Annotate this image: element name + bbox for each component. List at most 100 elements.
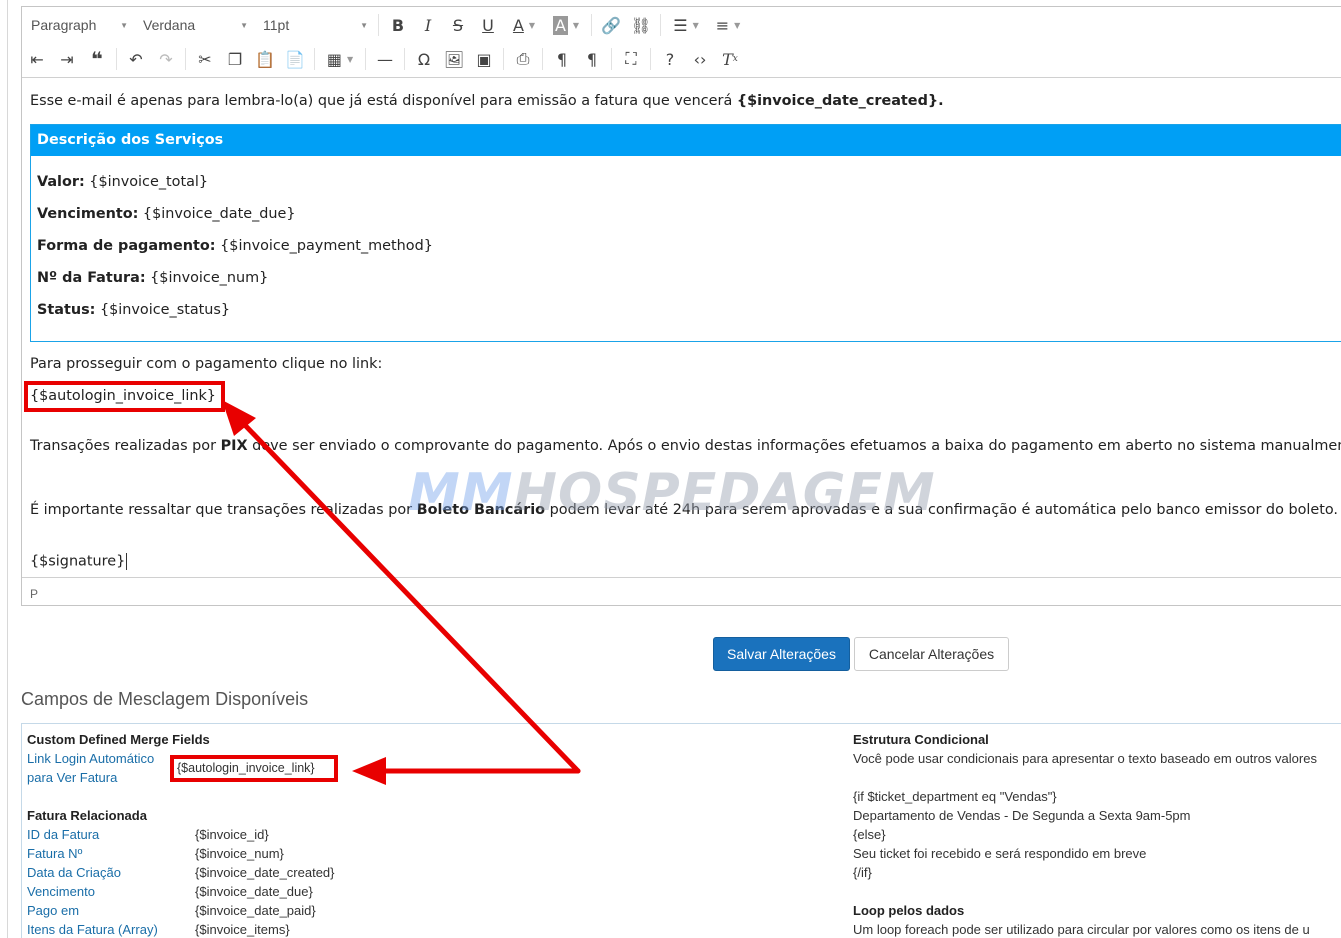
services-heading: Descrição dos Serviços (31, 125, 1341, 156)
loop-description: Um loop foreach pode ser utilizado para … (853, 922, 1310, 937)
clear-format-icon[interactable]: Tx (715, 46, 745, 72)
pix-paragraph: Transações realizadas por PIX deve ser e… (30, 438, 1341, 454)
service-line-forma-pagamento: Forma de pagamento: {$invoice_payment_me… (37, 238, 433, 254)
merge-field-label[interactable]: Pago em (27, 903, 79, 918)
rtl-icon[interactable]: ¶ (577, 46, 607, 72)
merge-field-code: {$invoice_items} (195, 922, 290, 937)
font-size-select[interactable]: 11pt ▼ (254, 12, 374, 38)
intro-paragraph: Esse e-mail é apenas para lembra-lo(a) q… (30, 93, 944, 109)
toolbar-divider (591, 14, 592, 36)
print-icon[interactable]: ⎙ (508, 46, 538, 72)
conditional-description: Você pode usar condicionais para apresen… (853, 751, 1317, 766)
conditional-example-line: {else} (853, 827, 886, 842)
horizontal-rule-icon[interactable]: — (370, 46, 400, 72)
cut-icon[interactable]: ✂ (190, 46, 220, 72)
watermark-logo: MMHOSPEDAGEM (408, 463, 936, 523)
service-line-status: Status: {$invoice_status} (37, 302, 231, 318)
merge-field-label[interactable]: Data da Criação (27, 865, 121, 880)
chevron-down-icon: ▼ (240, 20, 248, 30)
merge-field-label[interactable]: Itens da Fatura (Array) (27, 922, 158, 937)
toolbar-divider (650, 48, 651, 70)
bullet-list-icon[interactable]: ☰ ▼ (665, 12, 707, 38)
toolbar-divider (378, 14, 379, 36)
service-line-num-fatura: Nº da Fatura: {$invoice_num} (37, 270, 269, 286)
editor-statusbar: P (22, 577, 1341, 606)
help-icon[interactable]: ? (655, 46, 685, 72)
unlink-icon[interactable]: ⛓ (626, 12, 656, 38)
highlight-box-merge (170, 755, 338, 782)
indent-icon[interactable]: ⇥ (52, 46, 82, 72)
paste-icon[interactable]: 📋 (250, 46, 280, 72)
strikethrough-icon[interactable]: S (443, 12, 473, 38)
merge-field-label[interactable]: Fatura Nº (27, 846, 82, 861)
autologin-field-label[interactable]: Link Login Automático (27, 751, 154, 766)
numbered-list-icon[interactable]: ≡ ▼ (707, 12, 749, 38)
image-icon[interactable]: 🖼 (439, 46, 469, 72)
services-box: Descrição dos Serviços Valor: {$invoice_… (30, 124, 1341, 342)
italic-icon[interactable]: I (413, 12, 443, 38)
toolbar-divider (542, 48, 543, 70)
format-select[interactable]: Paragraph ▼ (22, 12, 134, 38)
merge-field-code: {$invoice_date_paid} (195, 903, 316, 918)
paste-text-icon[interactable]: 📄 (280, 46, 310, 72)
font-family-value: Verdana (143, 17, 196, 33)
media-icon[interactable]: ▣ (469, 46, 499, 72)
merge-fields-title: Campos de Mesclagem Disponíveis (21, 689, 309, 709)
outdent-icon[interactable]: ⇤ (22, 46, 52, 72)
toolbar-divider (365, 48, 366, 70)
highlight-box-editor (24, 381, 225, 412)
toolbar-divider (660, 14, 661, 36)
special-char-icon[interactable]: Ω (409, 46, 439, 72)
font-size-value: 11pt (263, 17, 290, 33)
intro-variable: {$invoice_date_created}. (736, 93, 944, 109)
chevron-down-icon: ▼ (120, 20, 128, 30)
conditional-example-line: {if $ticket_department eq "Vendas"} (853, 789, 1057, 804)
signature-paragraph: {$signature} (30, 553, 128, 570)
redo-icon[interactable]: ↷ (151, 46, 181, 72)
cancel-button[interactable]: Cancelar Alterações (854, 637, 1009, 671)
toolbar-row-2: ⇤ ⇥ ❝ ↶ ↷ ✂ ❐ 📋 📄 ▦ ▼ — Ω 🖼 ▣ ⎙ ¶ ¶ ⛶ ? ‹… (22, 43, 745, 75)
toolbar-divider (611, 48, 612, 70)
font-color-icon[interactable]: A ▼ (503, 12, 545, 38)
toolbar-divider (404, 48, 405, 70)
merge-field-code: {$invoice_num} (195, 846, 284, 861)
conditional-heading: Estrutura Condicional (853, 732, 989, 747)
toolbar-row-1: Paragraph ▼ Verdana ▼ 11pt ▼ B I S U A ▼ … (22, 9, 749, 41)
invoice-fields-heading: Fatura Relacionada (27, 808, 147, 823)
element-path[interactable]: P (30, 587, 38, 601)
blockquote-icon[interactable]: ❝ (82, 46, 112, 72)
payment-paragraph: Para prosseguir com o pagamento clique n… (30, 356, 383, 372)
toolbar-divider (503, 48, 504, 70)
service-line-vencimento: Vencimento: {$invoice_date_due} (37, 206, 296, 222)
toolbar-divider (314, 48, 315, 70)
format-select-value: Paragraph (31, 17, 97, 33)
custom-fields-heading: Custom Defined Merge Fields (27, 732, 210, 747)
save-button[interactable]: Salvar Alterações (713, 637, 850, 671)
service-line-valor: Valor: {$invoice_total} (37, 174, 209, 190)
fullscreen-icon[interactable]: ⛶ (616, 46, 646, 72)
intro-text: Esse e-mail é apenas para lembra-lo(a) q… (30, 93, 737, 109)
bold-icon[interactable]: B (383, 12, 413, 38)
background-color-icon[interactable]: A ▼ (545, 12, 587, 38)
font-family-select[interactable]: Verdana ▼ (134, 12, 254, 38)
toolbar-divider (116, 48, 117, 70)
conditional-example-line: {/if} (853, 865, 872, 880)
copy-icon[interactable]: ❐ (220, 46, 250, 72)
source-code-icon[interactable]: ‹› (685, 46, 715, 72)
merge-field-code: {$invoice_date_due} (195, 884, 313, 899)
undo-icon[interactable]: ↶ (121, 46, 151, 72)
merge-field-label[interactable]: Vencimento (27, 884, 95, 899)
autologin-field-label-2[interactable]: para Ver Fatura (27, 770, 117, 785)
merge-field-code: {$invoice_id} (195, 827, 269, 842)
page-left-border (7, 0, 8, 938)
chevron-down-icon: ▼ (360, 20, 368, 30)
conditional-example-line: Seu ticket foi recebido e será respondid… (853, 846, 1147, 861)
link-icon[interactable]: 🔗 (596, 12, 626, 38)
table-icon[interactable]: ▦ ▼ (319, 46, 361, 72)
underline-icon[interactable]: U (473, 12, 503, 38)
text-cursor (126, 553, 128, 570)
merge-field-label[interactable]: ID da Fatura (27, 827, 99, 842)
ltr-icon[interactable]: ¶ (547, 46, 577, 72)
merge-field-code: {$invoice_date_created} (195, 865, 335, 880)
toolbar-divider (185, 48, 186, 70)
